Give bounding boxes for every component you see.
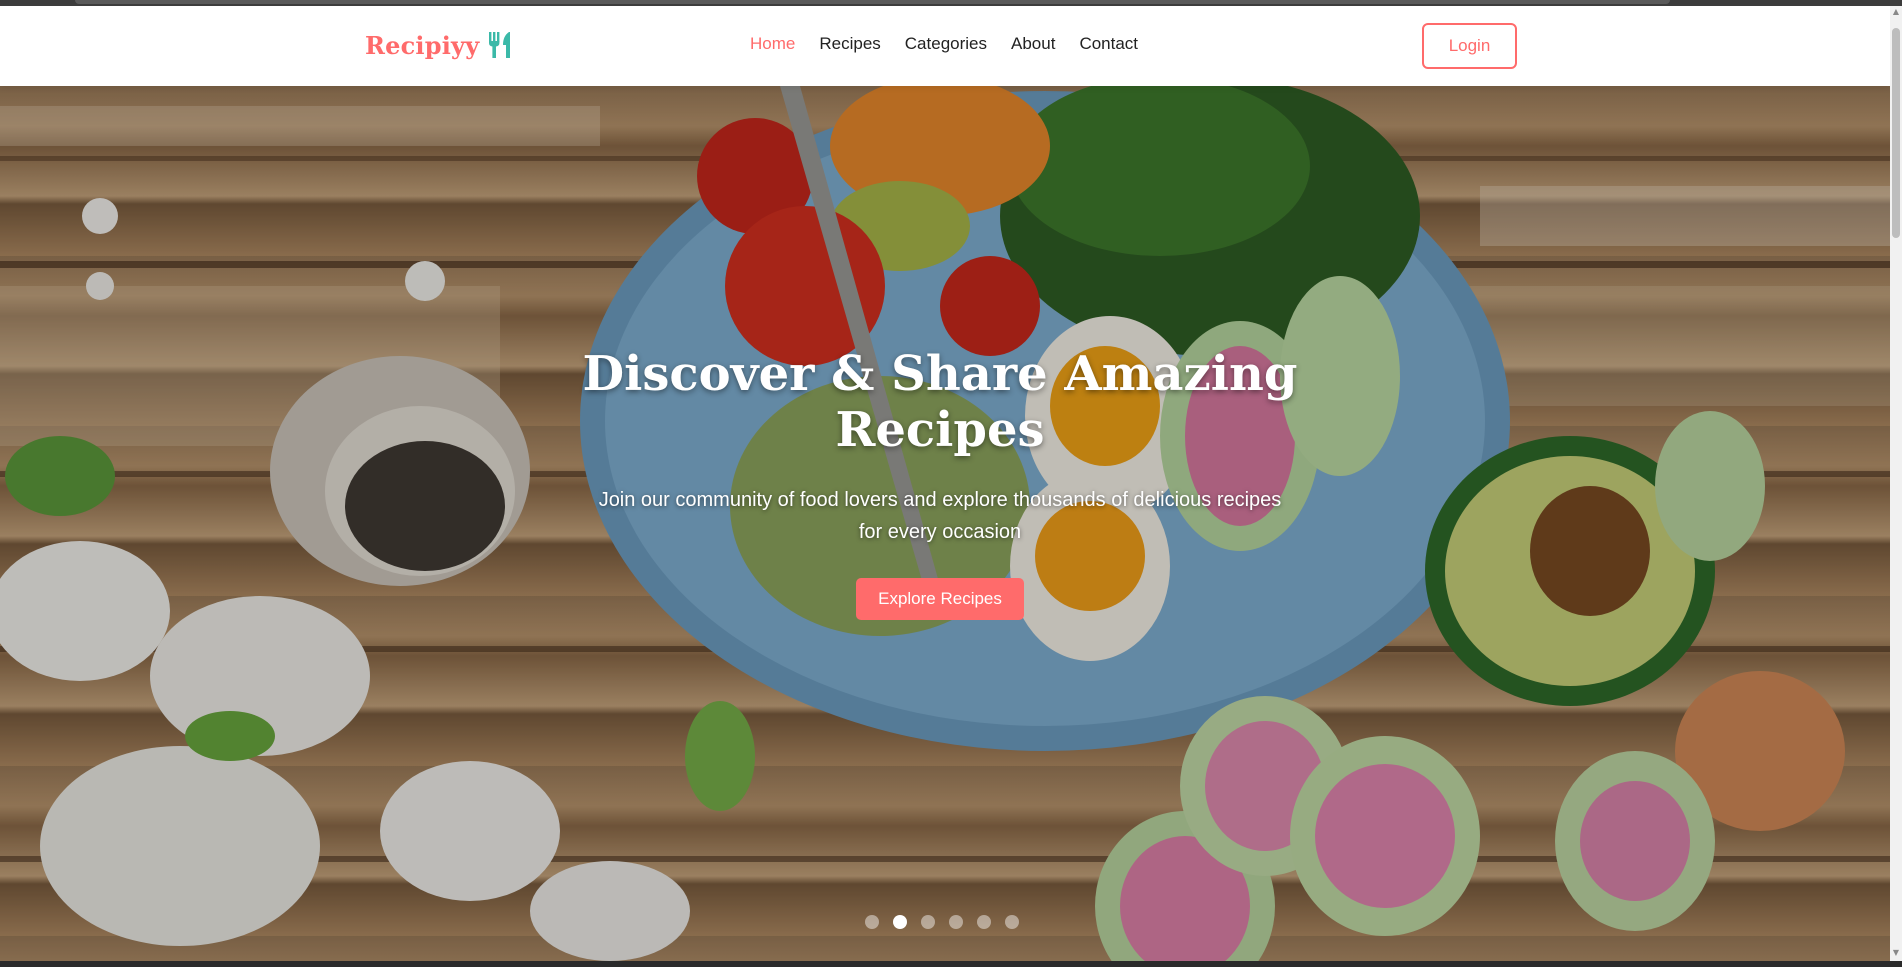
carousel-dot-4[interactable]: [949, 915, 963, 929]
hero-title: Discover & Share Amazing Recipes: [582, 346, 1298, 458]
window-top-strip: [75, 0, 1670, 4]
nav-link-categories[interactable]: Categories: [905, 34, 987, 54]
carousel-dot-1[interactable]: [865, 915, 879, 929]
navbar: Recipiyy Home Recipes Categories About C…: [0, 6, 1890, 86]
hero-subtitle: Join our community of food lovers and ex…: [598, 489, 1282, 543]
carousel-dot-6[interactable]: [1005, 915, 1019, 929]
carousel-indicators: [865, 915, 1019, 929]
brand-name: Recipiyy: [365, 30, 480, 60]
hero-content: Discover & Share Amazing Recipes Join ou…: [560, 346, 1320, 620]
page-scrollbar[interactable]: ▲ ▼: [1890, 6, 1902, 961]
nav-link-recipes[interactable]: Recipes: [819, 34, 880, 54]
scrollbar-thumb[interactable]: [1892, 28, 1900, 238]
carousel-dot-2[interactable]: [893, 915, 907, 929]
browser-viewport: Recipiyy Home Recipes Categories About C…: [0, 6, 1890, 961]
login-button[interactable]: Login: [1422, 23, 1517, 69]
nav-link-about[interactable]: About: [1011, 34, 1055, 54]
carousel-dot-3[interactable]: [921, 915, 935, 929]
brand-logo[interactable]: Recipiyy: [365, 30, 513, 60]
utensils-icon: [487, 30, 513, 60]
window-bottom-bar: [0, 961, 1902, 967]
main-nav: Home Recipes Categories About Contact: [750, 34, 1138, 54]
explore-recipes-button[interactable]: Explore Recipes: [856, 578, 1024, 620]
nav-link-contact[interactable]: Contact: [1079, 34, 1138, 54]
carousel-dot-5[interactable]: [977, 915, 991, 929]
scroll-up-arrow-icon[interactable]: ▲: [1892, 8, 1900, 16]
scroll-down-arrow-icon[interactable]: ▼: [1892, 949, 1900, 957]
nav-link-home[interactable]: Home: [750, 34, 795, 54]
hero-carousel: Discover & Share Amazing Recipes Join ou…: [0, 86, 1890, 961]
